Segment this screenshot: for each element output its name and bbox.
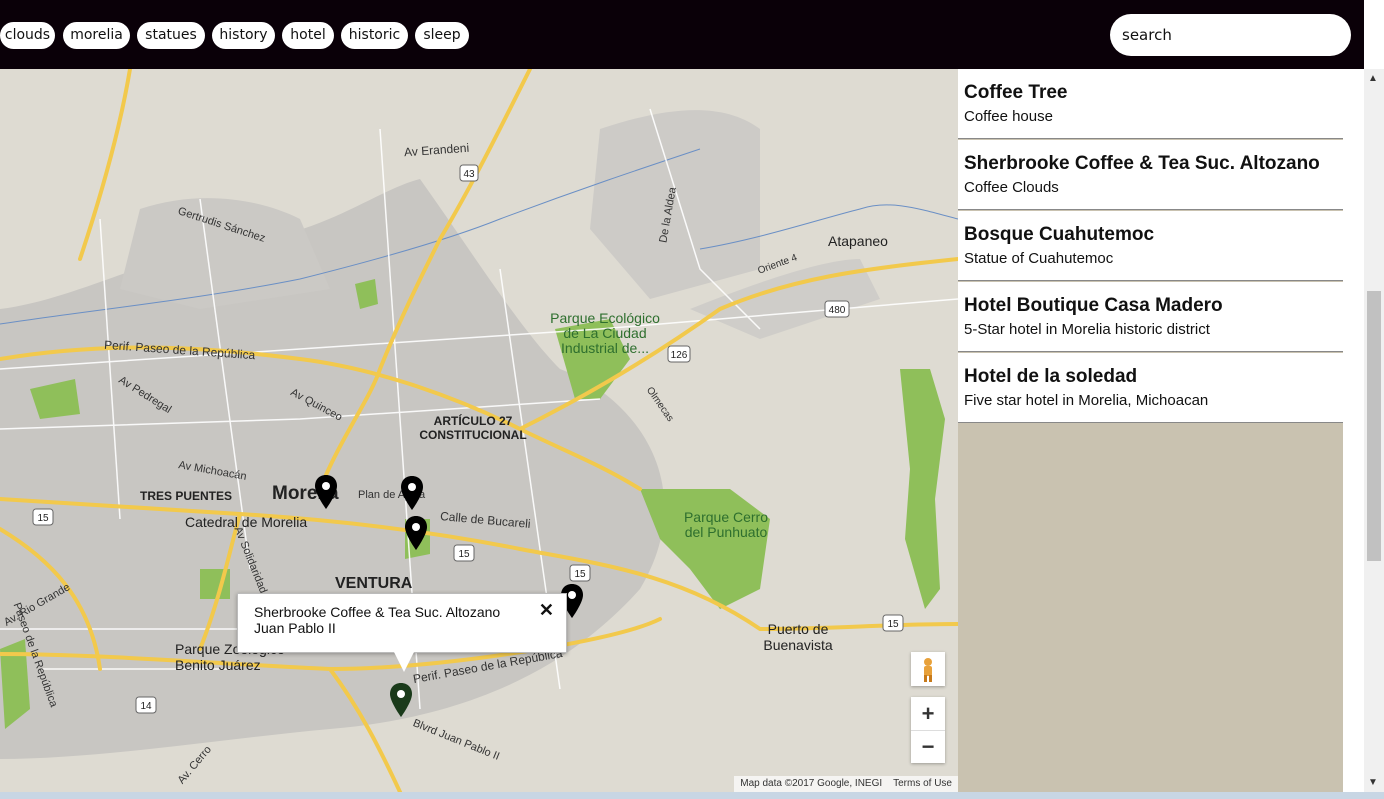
shield-label: 15 [37, 513, 49, 524]
location-marker[interactable] [401, 476, 423, 510]
park-label: Parque Ecológico de La Ciudad Industrial… [550, 310, 660, 356]
scroll-up-icon[interactable]: ▲ [1368, 73, 1378, 84]
list-item-subtitle: Coffee house [964, 108, 1053, 125]
shield-label: 15 [574, 569, 586, 580]
filter-statues[interactable]: statues [137, 22, 205, 49]
filter-historic[interactable]: historic [341, 22, 408, 49]
shield-label: 14 [140, 701, 152, 712]
list-item[interactable]: Sherbrooke Coffee & Tea Suc. Altozano Co… [958, 140, 1343, 210]
filter-morelia[interactable]: morelia [63, 22, 130, 49]
shield-label: 15 [887, 619, 899, 630]
place-label: Atapaneo [828, 233, 888, 249]
info-window-subtitle: Juan Pablo II [254, 620, 336, 636]
list-item-title: Bosque Cuahutemoc [964, 224, 1155, 245]
place-label: Catedral de Morelia [185, 514, 308, 530]
filter-clouds[interactable]: clouds [0, 22, 55, 49]
pegman-icon[interactable] [911, 652, 945, 686]
list-item-title: Hotel de la soledad [964, 366, 1138, 387]
list-item-title: Sherbrooke Coffee & Tea Suc. Altozano [964, 153, 1320, 174]
close-icon[interactable]: ✕ [539, 600, 554, 621]
attribution-text: Map data ©2017 Google, INEGI [740, 778, 883, 789]
scroll-down-icon[interactable]: ▼ [1368, 777, 1378, 788]
place-label: TRES PUENTES [140, 489, 233, 503]
info-window: Sherbrooke Coffee & Tea Suc. Altozano Ju… [237, 593, 567, 672]
window-bottom-edge [0, 792, 1384, 799]
filter-hotel[interactable]: hotel [282, 22, 334, 49]
list-item-title: Hotel Boutique Casa Madero [964, 295, 1223, 316]
terms-link[interactable]: Terms of Use [893, 778, 952, 789]
place-label: Puerto de Buenavista [763, 621, 833, 653]
map[interactable]: 43 126 480 15 15 15 14 15 Av Erandeni Ge… [0, 69, 958, 792]
map-attribution: Map data ©2017 Google, INEGI Terms of Us… [734, 776, 958, 792]
list-item[interactable]: Hotel Boutique Casa Madero 5-Star hotel … [958, 282, 1343, 352]
location-marker[interactable] [315, 475, 337, 509]
park-label: Parque Cerro del Punhuato [683, 509, 769, 540]
top-bar: clouds morelia statues history hotel his… [0, 0, 1364, 69]
location-marker[interactable] [405, 516, 427, 550]
list-item-subtitle: Coffee Clouds [964, 179, 1059, 196]
list-item-subtitle: Five star hotel in Morelia, Michoacan [964, 392, 1209, 409]
shield-label: 126 [671, 350, 688, 361]
list-item[interactable]: Hotel de la soledad Five star hotel in M… [958, 353, 1343, 423]
location-marker-selected[interactable] [390, 683, 412, 717]
location-list: Coffee Tree Coffee house Sherbrooke Coff… [958, 69, 1343, 792]
shield-label: 15 [458, 549, 470, 560]
scrollbar[interactable]: ▲ ▼ [1364, 69, 1384, 792]
list-item[interactable]: Coffee Tree Coffee house [958, 69, 1343, 139]
place-label: ARTÍCULO 27 CONSTITUCIONAL [419, 414, 527, 442]
zoom-in-button[interactable]: + [911, 697, 945, 731]
zoom-control: + − [911, 697, 945, 763]
list-item[interactable]: Bosque Cuahutemoc Statue of Cuahutemoc [958, 211, 1343, 281]
list-item-subtitle: 5-Star hotel in Morelia historic distric… [964, 321, 1210, 338]
info-window-title: Sherbrooke Coffee & Tea Suc. Altozano [254, 604, 501, 620]
info-window-tail [394, 652, 414, 672]
search-input[interactable] [1110, 14, 1351, 56]
list-item-title: Coffee Tree [964, 82, 1068, 103]
filter-sleep[interactable]: sleep [415, 22, 469, 49]
shield-label: 480 [829, 305, 846, 316]
list-item-subtitle: Statue of Cuahutemoc [964, 250, 1114, 267]
scrollbar-thumb[interactable] [1367, 291, 1381, 561]
filter-history[interactable]: history [212, 22, 275, 49]
shield-label: 43 [463, 169, 475, 180]
zoom-out-button[interactable]: − [911, 731, 945, 763]
place-label: VENTURA [335, 575, 413, 592]
